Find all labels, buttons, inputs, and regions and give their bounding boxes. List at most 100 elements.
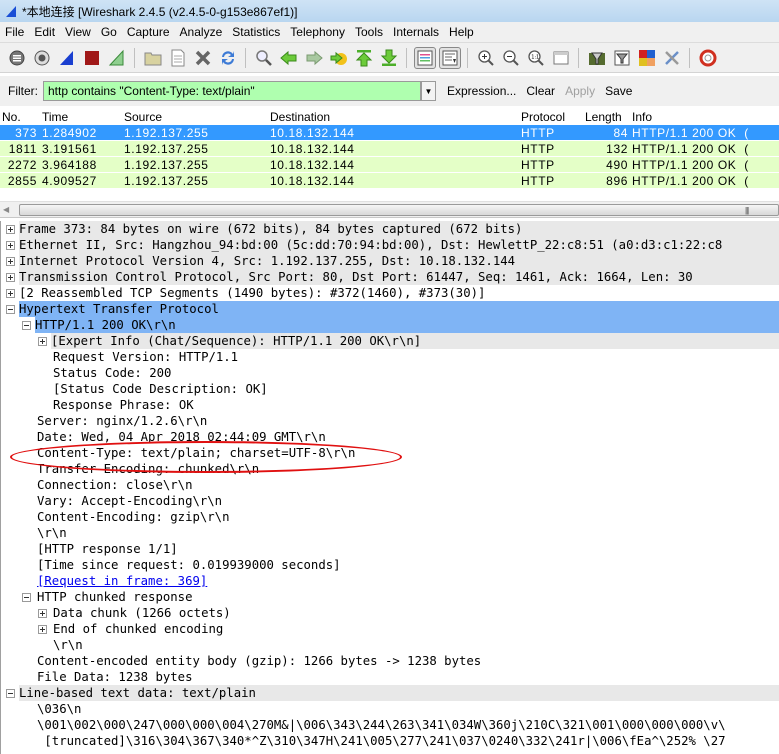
interfaces-button[interactable] [6,47,28,69]
expand-icon[interactable] [6,225,15,234]
menu-capture[interactable]: Capture [122,25,175,39]
tree-item-crlf[interactable]: \r\n [1,525,779,541]
tree-item-http-response[interactable]: [HTTP response 1/1] [1,541,779,557]
tree-item-text-line[interactable]: \001\002\000\247\000\000\004\270M&|\006\… [1,717,779,733]
request-frame-link[interactable]: [Request in frame: 369] [37,573,211,589]
expand-icon[interactable] [6,241,15,250]
column-header-info[interactable]: Info [632,110,652,124]
tree-item-date[interactable]: Date: Wed, 04 Apr 2018 02:44:09 GMT\r\n [1,429,779,445]
expand-icon[interactable] [6,257,15,266]
menu-file[interactable]: File [0,25,29,39]
stop-capture-button[interactable] [81,47,103,69]
tree-item-content-encoding[interactable]: Content-Encoding: gzip\r\n [1,509,779,525]
column-header-time[interactable]: Time [42,110,68,124]
restart-capture-button[interactable] [106,47,128,69]
expand-icon[interactable] [38,609,47,618]
collapse-icon[interactable] [6,689,15,698]
clear-button[interactable]: Clear [526,84,555,98]
menu-edit[interactable]: Edit [29,25,60,39]
tree-item-chunked[interactable]: HTTP chunked response [1,589,779,605]
scrollbar-thumb[interactable]: ||| [19,204,779,216]
tree-item-line-based[interactable]: Line-based text data: text/plain [1,685,779,701]
menu-internals[interactable]: Internals [388,25,444,39]
filter-history-dropdown[interactable]: ▼ [421,81,436,101]
display-filters-button[interactable] [611,47,633,69]
tree-item-entity-body[interactable]: Content-encoded entity body (gzip): 1266… [1,653,779,669]
apply-button[interactable]: Apply [565,84,595,98]
go-first-button[interactable] [353,47,375,69]
packet-row[interactable]: 2272 3.964188 1.192.137.255 10.18.132.14… [0,157,779,173]
display-filter-input[interactable]: http contains "Content-Type: text/plain" [43,81,421,101]
zoom-in-button[interactable] [475,47,497,69]
menu-analyze[interactable]: Analyze [175,25,228,39]
capture-options-button[interactable] [31,47,53,69]
close-file-button[interactable] [192,47,214,69]
tree-item-chunk-crlf[interactable]: \r\n [1,637,779,653]
tree-item-status-desc[interactable]: [Status Code Description: OK] [1,381,779,397]
help-button[interactable] [697,47,719,69]
expand-icon[interactable] [38,625,47,634]
start-capture-button[interactable] [56,47,78,69]
go-to-packet-button[interactable] [328,47,350,69]
tree-item-content-type[interactable]: Content-Type: text/plain; charset=UTF-8\… [1,445,779,461]
auto-scroll-button[interactable] [438,46,461,69]
expression-button[interactable]: Expression... [447,84,516,98]
go-back-button[interactable] [278,47,300,69]
tree-item-frame[interactable]: Frame 373: 84 bytes on wire (672 bits), … [1,221,779,237]
zoom-normal-button[interactable]: 1:1 [525,47,547,69]
go-last-button[interactable] [378,47,400,69]
tree-item-ethernet[interactable]: Ethernet II, Src: Hangzhou_94:bd:00 (5c:… [1,237,779,253]
capture-filters-button[interactable] [586,47,608,69]
column-header-destination[interactable]: Destination [270,110,330,124]
packet-list-horizontal-scrollbar[interactable]: ◀ ||| [0,201,779,218]
tree-item-transfer-encoding[interactable]: Transfer-Encoding: chunked\r\n [1,461,779,477]
menu-telephony[interactable]: Telephony [285,25,350,39]
menu-help[interactable]: Help [444,25,479,39]
tree-item-text-line[interactable]: [truncated]\316\304\367\340*^Z\310\347H\… [1,733,779,749]
resize-columns-button[interactable] [550,47,572,69]
tree-item-data-chunk[interactable]: Data chunk (1266 octets) [1,605,779,621]
tree-item-reassembled[interactable]: [2 Reassembled TCP Segments (1490 bytes)… [1,285,779,301]
packet-row[interactable]: 2855 4.909527 1.192.137.255 10.18.132.14… [0,173,779,189]
packet-row[interactable]: 1811 3.191561 1.192.137.255 10.18.132.14… [0,141,779,157]
tree-item-http[interactable]: Hypertext Transfer Protocol [1,301,779,317]
tree-item-file-data[interactable]: File Data: 1238 bytes [1,669,779,685]
expand-icon[interactable] [6,289,15,298]
tree-item-request-in-frame[interactable]: [Request in frame: 369] [1,573,779,589]
reload-button[interactable] [217,47,239,69]
menu-view[interactable]: View [60,25,96,39]
tree-item-ip[interactable]: Internet Protocol Version 4, Src: 1.192.… [1,253,779,269]
packet-row[interactable]: 373 1.284902 1.192.137.255 10.18.132.144… [0,125,779,141]
scroll-left-icon[interactable]: ◀ [3,205,9,214]
column-header-source[interactable]: Source [124,110,162,124]
tree-item-vary[interactable]: Vary: Accept-Encoding\r\n [1,493,779,509]
column-header-protocol[interactable]: Protocol [521,110,565,124]
menu-statistics[interactable]: Statistics [227,25,285,39]
column-header-no[interactable]: No. [2,110,21,124]
go-forward-button[interactable] [303,47,325,69]
tree-item-tcp[interactable]: Transmission Control Protocol, Src Port:… [1,269,779,285]
menu-tools[interactable]: Tools [350,25,388,39]
tree-item-status-line[interactable]: HTTP/1.1 200 OK\r\n [1,317,779,333]
tree-item-status-code[interactable]: Status Code: 200 [1,365,779,381]
save-button[interactable]: Save [605,84,632,98]
tree-item-text-line[interactable]: \036\n [1,701,779,717]
tree-item-request-version[interactable]: Request Version: HTTP/1.1 [1,349,779,365]
open-file-button[interactable] [142,47,164,69]
tree-item-end-chunk[interactable]: End of chunked encoding [1,621,779,637]
tree-item-expert-info[interactable]: [Expert Info (Chat/Sequence): HTTP/1.1 2… [1,333,779,349]
expand-icon[interactable] [38,337,47,346]
tree-item-response-phrase[interactable]: Response Phrase: OK [1,397,779,413]
tree-item-connection[interactable]: Connection: close\r\n [1,477,779,493]
save-file-button[interactable] [167,47,189,69]
zoom-out-button[interactable] [500,47,522,69]
tree-item-server[interactable]: Server: nginx/1.2.6\r\n [1,413,779,429]
preferences-button[interactable] [661,47,683,69]
collapse-icon[interactable] [22,321,31,330]
find-packet-button[interactable] [253,47,275,69]
column-header-length[interactable]: Length [585,110,622,124]
colorize-button[interactable] [413,46,436,69]
tree-item-time-since[interactable]: [Time since request: 0.019939000 seconds… [1,557,779,573]
collapse-icon[interactable] [6,305,15,314]
menu-go[interactable]: Go [96,25,122,39]
